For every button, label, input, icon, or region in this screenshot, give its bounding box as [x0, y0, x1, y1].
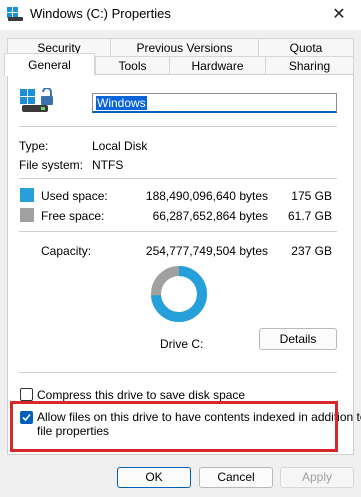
compress-label[interactable]: Compress this drive to save disk space: [37, 388, 245, 402]
used-space-label: Used space:: [41, 189, 108, 203]
used-space-swatch: [20, 188, 34, 202]
free-space-bytes: 66,287,652,864 bytes: [152, 209, 268, 223]
details-button[interactable]: Details: [259, 328, 337, 350]
tab-tools[interactable]: Tools: [95, 56, 170, 75]
type-label: Type:: [19, 139, 49, 153]
disk-usage-donut: [151, 266, 207, 322]
close-button[interactable]: ✕: [317, 0, 361, 30]
compress-checkbox[interactable]: [20, 388, 33, 401]
tab-general[interactable]: General: [4, 53, 95, 76]
cancel-button[interactable]: Cancel: [199, 467, 273, 488]
capacity-size: 237 GB: [291, 244, 332, 258]
separator: [19, 372, 337, 373]
capacity-bytes: 254,777,749,504 bytes: [145, 244, 268, 258]
separator: [19, 178, 337, 179]
close-icon: ✕: [332, 6, 346, 23]
separator: [19, 231, 337, 232]
ok-button[interactable]: OK: [117, 467, 191, 488]
used-space-size: 175 GB: [291, 189, 332, 203]
type-value: Local Disk: [92, 139, 148, 153]
tab-previous-versions[interactable]: Previous Versions: [110, 38, 259, 57]
tab-quota[interactable]: Quota: [258, 38, 354, 57]
free-space-label: Free space:: [41, 209, 105, 223]
drive-icon: [20, 88, 53, 112]
tab-sharing[interactable]: Sharing: [265, 56, 354, 75]
file-system-value: NTFS: [92, 158, 124, 172]
drive-caption: Drive C:: [160, 337, 204, 351]
drive-icon: [7, 7, 23, 21]
used-space-bytes: 188,490,096,640 bytes: [145, 189, 268, 203]
highlight-box: [10, 401, 338, 452]
capacity-label: Capacity:: [41, 244, 92, 258]
free-space-size: 61.7 GB: [287, 209, 332, 223]
drive-name-input[interactable]: Windows: [92, 93, 337, 113]
window-title: Windows (C:) Properties: [30, 6, 171, 21]
separator: [19, 126, 337, 127]
apply-button[interactable]: Apply: [280, 467, 354, 488]
drive-name-text[interactable]: Windows: [96, 96, 147, 110]
title-bar: Windows (C:) Properties ✕: [0, 0, 361, 30]
file-system-label: File system:: [19, 158, 84, 172]
tab-hardware[interactable]: Hardware: [169, 56, 266, 75]
free-space-swatch: [20, 208, 34, 222]
